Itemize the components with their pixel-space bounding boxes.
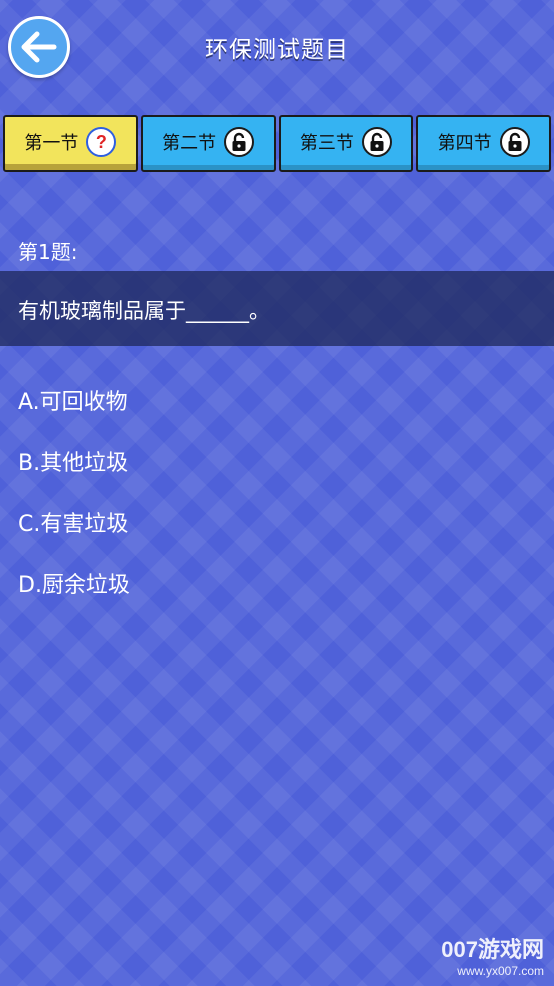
- tab-section-3[interactable]: 第三节: [278, 115, 414, 172]
- question-band: 有机玻璃制品属于______。: [0, 271, 554, 346]
- tab-label: 第一节: [24, 133, 79, 154]
- tab-label: 第三节: [299, 133, 354, 154]
- watermark-main: 007游戏网: [441, 937, 544, 962]
- lock-icon: [361, 127, 392, 157]
- section-tabs: 第一节 ? 第二节 第三节 第四节: [3, 115, 551, 174]
- option-a[interactable]: A.可回收物: [18, 388, 130, 449]
- option-d[interactable]: D.厨余垃圾: [18, 571, 130, 632]
- tab-section-4[interactable]: 第四节: [416, 115, 551, 172]
- tab-label: 第二节: [162, 133, 217, 154]
- lock-icon: [224, 127, 255, 157]
- option-b[interactable]: B.其他垃圾: [18, 449, 130, 510]
- tab-section-1[interactable]: 第一节 ?: [3, 115, 138, 172]
- option-c[interactable]: C.有害垃圾: [18, 510, 130, 571]
- tab-label: 第四节: [437, 133, 492, 154]
- watermark: 007游戏网 www.yx007.com: [441, 932, 544, 978]
- answer-options: A.可回收物 B.其他垃圾 C.有害垃圾 D.厨余垃圾: [18, 388, 130, 632]
- question-icon: ?: [86, 127, 117, 157]
- lock-icon: [499, 127, 530, 157]
- tab-section-2[interactable]: 第二节: [140, 115, 276, 172]
- question-number: 第1题:: [18, 240, 78, 264]
- question-text: 有机玻璃制品属于______。: [18, 299, 270, 323]
- watermark-url: www.yx007.com: [457, 964, 544, 978]
- page-title: 环保测试题目: [205, 37, 349, 63]
